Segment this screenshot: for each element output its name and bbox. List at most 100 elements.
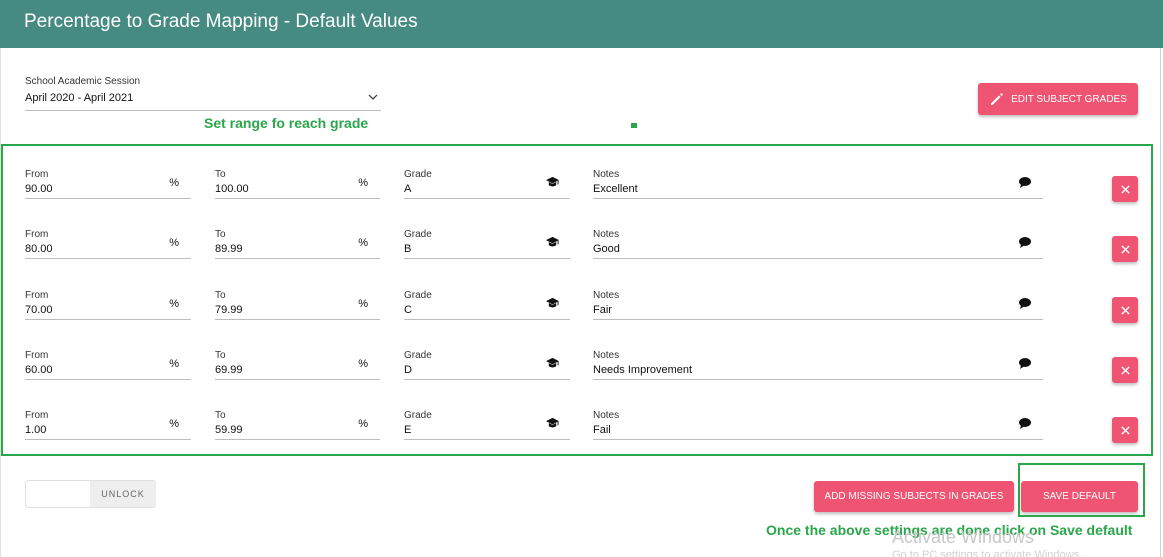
chat-icon (1018, 297, 1033, 310)
to-field-label: To (215, 229, 226, 240)
notes-field[interactable]: Notes Good (593, 229, 1043, 259)
grade-field[interactable]: Grade B (404, 229, 570, 259)
grade-field-value: D (404, 364, 412, 376)
chat-icon (1018, 357, 1033, 370)
graduation-cap-icon (545, 297, 560, 310)
notes-field-label: Notes (593, 410, 620, 421)
notes-field-value: Fair (593, 304, 612, 316)
from-field-label: From (25, 169, 49, 180)
to-field[interactable]: To 100.00% (215, 169, 380, 199)
from-field-value: 80.00 (25, 243, 53, 255)
notes-field-value: Good (593, 243, 620, 255)
notes-field-label: Notes (593, 290, 620, 301)
delete-row-button[interactable] (1112, 417, 1138, 443)
delete-row-button[interactable] (1112, 297, 1138, 323)
from-field-value: 1.00 (25, 424, 47, 436)
save-default-highlight (1018, 463, 1145, 517)
notes-field[interactable]: Notes Fair (593, 290, 1043, 320)
percent-suffix: % (169, 418, 179, 430)
chat-icon (1018, 176, 1033, 189)
percent-suffix: % (358, 418, 368, 430)
grade-field-value: A (404, 183, 412, 195)
grade-field[interactable]: Grade A (404, 169, 570, 199)
grade-field-label: Grade (404, 410, 432, 421)
academic-session-value: April 2020 - April 2021 (25, 92, 134, 104)
notes-field-label: Notes (593, 350, 620, 361)
grade-field-label: Grade (404, 169, 432, 180)
close-icon (1120, 244, 1131, 255)
to-field[interactable]: To 89.99% (215, 229, 380, 259)
graduation-cap-icon (545, 357, 560, 370)
from-field[interactable]: From 80.00% (25, 229, 191, 259)
notes-field-value: Excellent (593, 183, 638, 195)
page-header: Percentage to Grade Mapping - Default Va… (0, 0, 1163, 48)
annotation-set-range: Set range fo reach grade (204, 115, 369, 131)
page-border-right (1160, 48, 1161, 557)
to-field[interactable]: To 69.99% (215, 350, 380, 380)
from-field[interactable]: From 1.00% (25, 410, 191, 440)
grade-field[interactable]: Grade E (404, 410, 570, 440)
notes-field-value: Fail (593, 424, 611, 436)
to-field-label: To (215, 350, 226, 361)
add-missing-subjects-label: ADD MISSING SUBJECTS IN GRADES (824, 491, 1004, 502)
notes-field[interactable]: Notes Excellent (593, 169, 1043, 199)
graduation-cap-icon (545, 417, 560, 430)
to-field-label: To (215, 169, 226, 180)
from-field-label: From (25, 410, 49, 421)
unlock-toggle-label: UNLOCK (90, 481, 156, 507)
to-field-label: To (215, 410, 226, 421)
notes-field-label: Notes (593, 229, 620, 240)
chevron-down-icon[interactable] (367, 91, 379, 103)
percent-suffix: % (169, 177, 179, 189)
percent-suffix: % (358, 298, 368, 310)
to-field-value: 59.99 (215, 424, 243, 436)
grade-field-label: Grade (404, 290, 432, 301)
from-field[interactable]: From 60.00% (25, 350, 191, 380)
to-field[interactable]: To 79.99% (215, 290, 380, 320)
percent-suffix: % (358, 177, 368, 189)
grade-field-value: E (404, 424, 412, 436)
from-field-value: 70.00 (25, 304, 53, 316)
to-field-value: 69.99 (215, 364, 243, 376)
to-field-value: 89.99 (215, 243, 243, 255)
graduation-cap-icon (545, 236, 560, 249)
academic-session-label: School Academic Session (25, 76, 141, 87)
delete-row-button[interactable] (1112, 236, 1138, 262)
from-field[interactable]: From 90.00% (25, 169, 191, 199)
add-missing-subjects-button[interactable]: ADD MISSING SUBJECTS IN GRADES (814, 481, 1014, 512)
percent-suffix: % (169, 298, 179, 310)
close-icon (1120, 305, 1131, 316)
to-field[interactable]: To 59.99% (215, 410, 380, 440)
close-icon (1120, 184, 1131, 195)
grade-field[interactable]: Grade C (404, 290, 570, 320)
notes-field[interactable]: Notes Needs Improvement (593, 350, 1043, 380)
from-field-label: From (25, 350, 49, 361)
percent-suffix: % (169, 237, 179, 249)
unlock-toggle[interactable]: UNLOCK (25, 480, 156, 508)
close-icon (1120, 365, 1131, 376)
graduation-cap-icon (545, 176, 560, 189)
notes-field-value: Needs Improvement (593, 364, 693, 376)
edit-subject-grades-label: EDIT SUBJECT GRADES (1011, 93, 1127, 105)
to-field-value: 79.99 (215, 304, 243, 316)
delete-row-button[interactable] (1112, 176, 1138, 202)
to-field-value: 100.00 (215, 183, 249, 195)
windows-watermark-title: Activate Windows (892, 527, 1035, 547)
from-field-label: From (25, 229, 49, 240)
grade-field-label: Grade (404, 229, 432, 240)
percent-suffix: % (358, 237, 368, 249)
grade-field-label: Grade (404, 350, 432, 361)
annotation-marker (631, 123, 637, 128)
edit-subject-grades-button[interactable]: EDIT SUBJECT GRADES (978, 83, 1138, 115)
notes-field[interactable]: Notes Fail (593, 410, 1043, 440)
grade-field[interactable]: Grade D (404, 350, 570, 380)
from-field-label: From (25, 290, 49, 301)
chat-icon (1018, 417, 1033, 430)
windows-watermark-subtitle: Go to PC settings to activate Windows. (892, 549, 1083, 557)
grade-field-value: C (404, 304, 412, 316)
academic-session-select[interactable]: School Academic Session April 2020 - Apr… (25, 76, 381, 111)
delete-row-button[interactable] (1112, 357, 1138, 383)
to-field-label: To (215, 290, 226, 301)
from-field[interactable]: From 70.00% (25, 290, 191, 320)
page-title: Percentage to Grade Mapping - Default Va… (24, 11, 418, 32)
